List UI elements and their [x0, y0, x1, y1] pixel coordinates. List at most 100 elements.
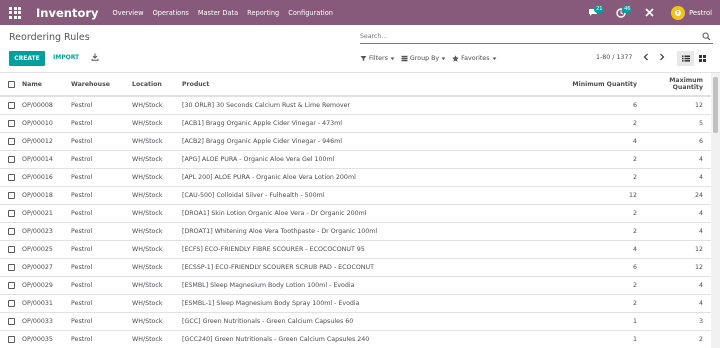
row-checkbox[interactable] [8, 101, 15, 109]
list-view-button[interactable] [677, 51, 694, 66]
cell-min-qty: 2 [542, 113, 637, 132]
cell-product: [ECSSP-1] ECO-FRIENDLY SCOURER SCRUB PAD… [182, 257, 542, 276]
cell-min-qty: 6 [542, 95, 637, 114]
row-checkbox[interactable] [8, 281, 15, 289]
table-row[interactable]: OP/00014 Pestrol WH/Stock [APG] ALOE PURA -… [0, 149, 711, 168]
favorites-button[interactable]: Favorites [452, 55, 497, 62]
cell-min-qty: 4 [542, 239, 637, 258]
search-icon[interactable] [702, 32, 711, 43]
cell-warehouse: Pestrol [71, 239, 132, 258]
cell-location: WH/Stock [132, 185, 182, 204]
caret-down-icon [390, 57, 395, 60]
table-row[interactable]: OP/00016 Pestrol WH/Stock [APL 200] ALOE PU… [0, 167, 711, 186]
table-row[interactable]: OP/00029 Pestrol WH/Stock [ESMBL] Sleep Mag… [0, 275, 711, 294]
table-row[interactable]: OP/00025 Pestrol WH/Stock [ECFS] ECO-FRIEND… [0, 239, 711, 258]
search-input[interactable] [360, 30, 700, 42]
row-checkbox[interactable] [8, 119, 15, 127]
menu-reporting[interactable]: Reporting [247, 9, 279, 17]
cell-product: [ESMBL-1] Sleep Magnesium Body Spray 100… [182, 293, 542, 312]
cell-product: [GCC] Green Nutritionals - Green Calcium… [182, 311, 542, 330]
cell-name: OP/00033 [22, 311, 71, 330]
cell-name: OP/00029 [22, 275, 71, 294]
activity-icon[interactable]: 46 [615, 5, 633, 19]
row-checkbox[interactable] [8, 227, 15, 235]
user-menu[interactable]: P Pestrol [671, 5, 712, 20]
cell-max-qty: 5 [637, 113, 711, 132]
cell-min-qty: 1 [542, 311, 637, 330]
chat-icon[interactable]: 21 [587, 5, 605, 19]
pager-next-button[interactable] [657, 53, 667, 63]
cell-min-qty: 4 [542, 131, 637, 150]
column-header-min-qty[interactable]: Minimum Quantity [542, 73, 637, 97]
scrollbar-thumb[interactable] [713, 77, 718, 133]
row-checkbox[interactable] [8, 155, 15, 163]
table-row[interactable]: OP/00021 Pestrol WH/Stock [DROA1] Skin Loti… [0, 203, 711, 222]
row-checkbox[interactable] [8, 173, 15, 181]
table-row[interactable]: OP/00027 Pestrol WH/Stock [ECSSP-1] ECO-FRI… [0, 257, 711, 276]
cell-product: [DROAT1] Whitening Aloe Vera Toothpaste … [182, 221, 542, 240]
app-brand[interactable]: Inventory [36, 6, 99, 20]
cell-max-qty: 6 [637, 131, 711, 150]
column-header-name[interactable]: Name [22, 73, 71, 97]
star-icon [452, 55, 459, 62]
list-view: Name Warehouse Location Product Minimum … [0, 73, 711, 348]
menu-master-data[interactable]: Master Data [198, 9, 238, 17]
cell-location: WH/Stock [132, 293, 182, 312]
table-row[interactable]: OP/00033 Pestrol WH/Stock [GCC] Green Nutri… [0, 311, 711, 330]
table-row[interactable]: OP/00012 Pestrol WH/Stock [ACB2] Bragg Orga… [0, 131, 711, 150]
menu-overview[interactable]: Overview [113, 9, 144, 17]
column-header-location[interactable]: Location [132, 73, 182, 97]
cell-name: OP/00023 [22, 221, 71, 240]
cell-product: [GCC240] Green Nutritionals - Green Calc… [182, 329, 542, 348]
cell-warehouse: Pestrol [71, 185, 132, 204]
row-checkbox[interactable] [8, 263, 15, 271]
row-checkbox[interactable] [8, 245, 15, 253]
table-row[interactable]: OP/00008 Pestrol WH/Stock [30 ORLR] 30 Seco… [0, 95, 711, 114]
kanban-view-button[interactable] [694, 51, 711, 66]
column-header-warehouse[interactable]: Warehouse [71, 73, 132, 97]
debug-tools-icon[interactable] [643, 7, 655, 19]
select-all-checkbox[interactable] [8, 80, 15, 88]
cell-min-qty: 2 [542, 167, 637, 186]
cell-warehouse: Pestrol [71, 167, 132, 186]
groupby-button[interactable]: Group By [401, 55, 446, 62]
column-header-max-qty[interactable]: Maximum Quantity [637, 73, 711, 97]
cell-name: OP/00031 [22, 293, 71, 312]
table-row[interactable]: OP/00035 Pestrol WH/Stock [GCC240] Green Nu… [0, 329, 711, 348]
create-button[interactable]: CREATE [9, 51, 45, 66]
cell-max-qty: 3 [637, 311, 711, 330]
table-row[interactable]: OP/00018 Pestrol WH/Stock [CAU-500] Colloid… [0, 185, 711, 204]
cell-location: WH/Stock [132, 329, 182, 348]
pager-previous-button[interactable] [641, 53, 651, 63]
cell-name: OP/00010 [22, 113, 71, 132]
table-row[interactable]: OP/00023 Pestrol WH/Stock [DROAT1] Whitenin… [0, 221, 711, 240]
cell-name: OP/00012 [22, 131, 71, 150]
cell-product: [ACB1] Bragg Organic Apple Cider Vinegar… [182, 113, 542, 132]
menu-operations[interactable]: Operations [153, 9, 189, 17]
row-checkbox[interactable] [8, 335, 15, 343]
table-scrollbar[interactable] [711, 73, 720, 348]
row-checkbox[interactable] [8, 209, 15, 217]
pager-nav [641, 53, 667, 63]
apps-menu-icon[interactable] [9, 6, 21, 19]
download-icon[interactable] [91, 53, 99, 63]
cell-max-qty: 4 [637, 221, 711, 240]
cell-min-qty: 2 [542, 203, 637, 222]
navbar-systray: 21 46 P Pestrol [587, 0, 720, 25]
cell-location: WH/Stock [132, 149, 182, 168]
column-header-product[interactable]: Product [182, 73, 542, 97]
filters-button[interactable]: Filters [360, 55, 395, 62]
table-row[interactable]: OP/00031 Pestrol WH/Stock [ESMBL-1] Sleep M… [0, 293, 711, 312]
search-panel-buttons: Filters Group By Favorites [360, 55, 503, 62]
menu-configuration[interactable]: Configuration [288, 9, 333, 17]
row-checkbox[interactable] [8, 191, 15, 199]
import-button[interactable]: IMPORT [53, 54, 79, 61]
cell-max-qty: 4 [637, 275, 711, 294]
row-checkbox[interactable] [8, 299, 15, 307]
row-checkbox[interactable] [8, 317, 15, 325]
row-checkbox[interactable] [8, 137, 15, 145]
view-switcher [677, 51, 711, 66]
table-row[interactable]: OP/00010 Pestrol WH/Stock [ACB1] Bragg Orga… [0, 113, 711, 132]
pager-value[interactable]: 1-80 / 1377 [596, 54, 632, 61]
cell-warehouse: Pestrol [71, 221, 132, 240]
